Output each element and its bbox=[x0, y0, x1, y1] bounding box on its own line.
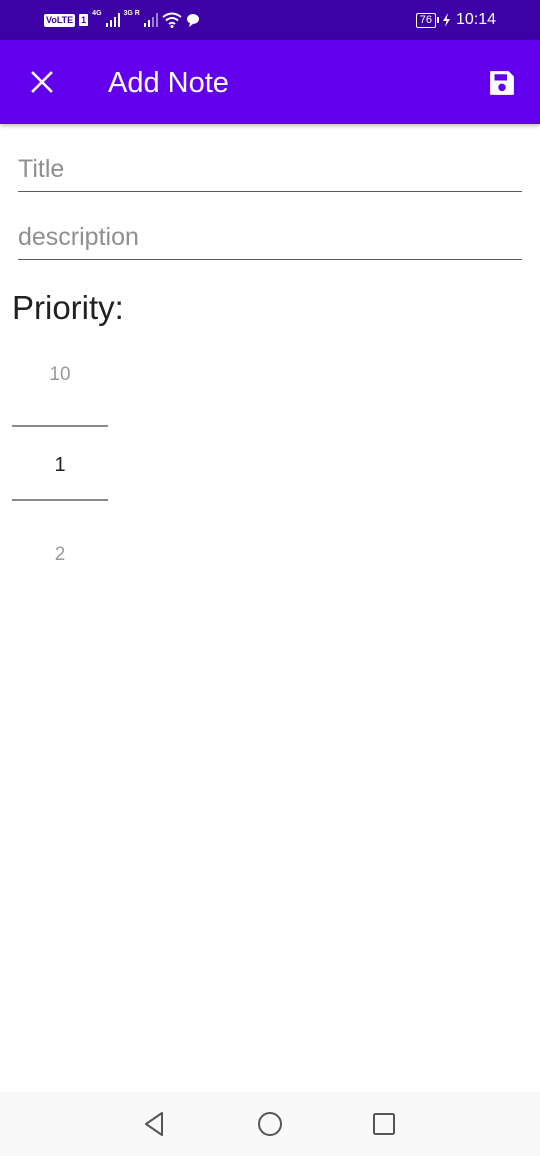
description-input[interactable] bbox=[18, 215, 522, 260]
priority-option-previous[interactable]: 10 bbox=[12, 363, 108, 387]
chat-bubble-icon bbox=[186, 14, 199, 27]
status-bar: VoLTE 1 4G 3G R 76 10:14 bbox=[0, 0, 540, 40]
network-type-2: 3G R bbox=[123, 10, 140, 17]
sim-slot-badge: 1 bbox=[79, 14, 89, 26]
priority-label: Priority: bbox=[12, 289, 124, 326]
signal-icon bbox=[105, 13, 120, 27]
save-button[interactable] bbox=[478, 59, 526, 107]
picker-divider-bottom bbox=[12, 499, 108, 501]
volte-badge: VoLTE bbox=[44, 13, 76, 27]
page-title: Add Note bbox=[108, 67, 229, 99]
close-icon bbox=[31, 71, 53, 93]
priority-number-picker[interactable]: 10 1 2 bbox=[12, 350, 108, 580]
battery-icon bbox=[436, 17, 439, 23]
picker-divider-top bbox=[12, 425, 108, 427]
status-left-indicators: VoLTE 1 4G 3G R bbox=[44, 10, 200, 29]
status-right-indicators: 76 10:14 bbox=[415, 10, 496, 30]
system-navigation-bar bbox=[0, 1092, 540, 1156]
close-button[interactable] bbox=[18, 58, 66, 106]
app-bar: Add Note bbox=[0, 40, 540, 124]
charging-bolt-icon bbox=[442, 13, 450, 27]
nav-recents-button[interactable] bbox=[362, 1102, 406, 1146]
signal-icon bbox=[143, 13, 158, 27]
recents-square-icon bbox=[373, 1113, 395, 1135]
status-clock: 10:14 bbox=[455, 11, 496, 28]
battery-level: 76 bbox=[415, 12, 436, 28]
nav-home-button[interactable] bbox=[248, 1102, 292, 1146]
priority-option-selected[interactable]: 1 bbox=[12, 453, 108, 477]
nav-back-button[interactable] bbox=[133, 1102, 177, 1146]
save-icon bbox=[490, 71, 514, 95]
title-input[interactable] bbox=[18, 147, 522, 192]
back-triangle-icon bbox=[145, 1112, 163, 1136]
home-circle-icon bbox=[258, 1112, 282, 1136]
wifi-icon bbox=[162, 12, 182, 28]
network-type-1: 4G bbox=[92, 10, 102, 17]
priority-option-next[interactable]: 2 bbox=[12, 543, 108, 567]
